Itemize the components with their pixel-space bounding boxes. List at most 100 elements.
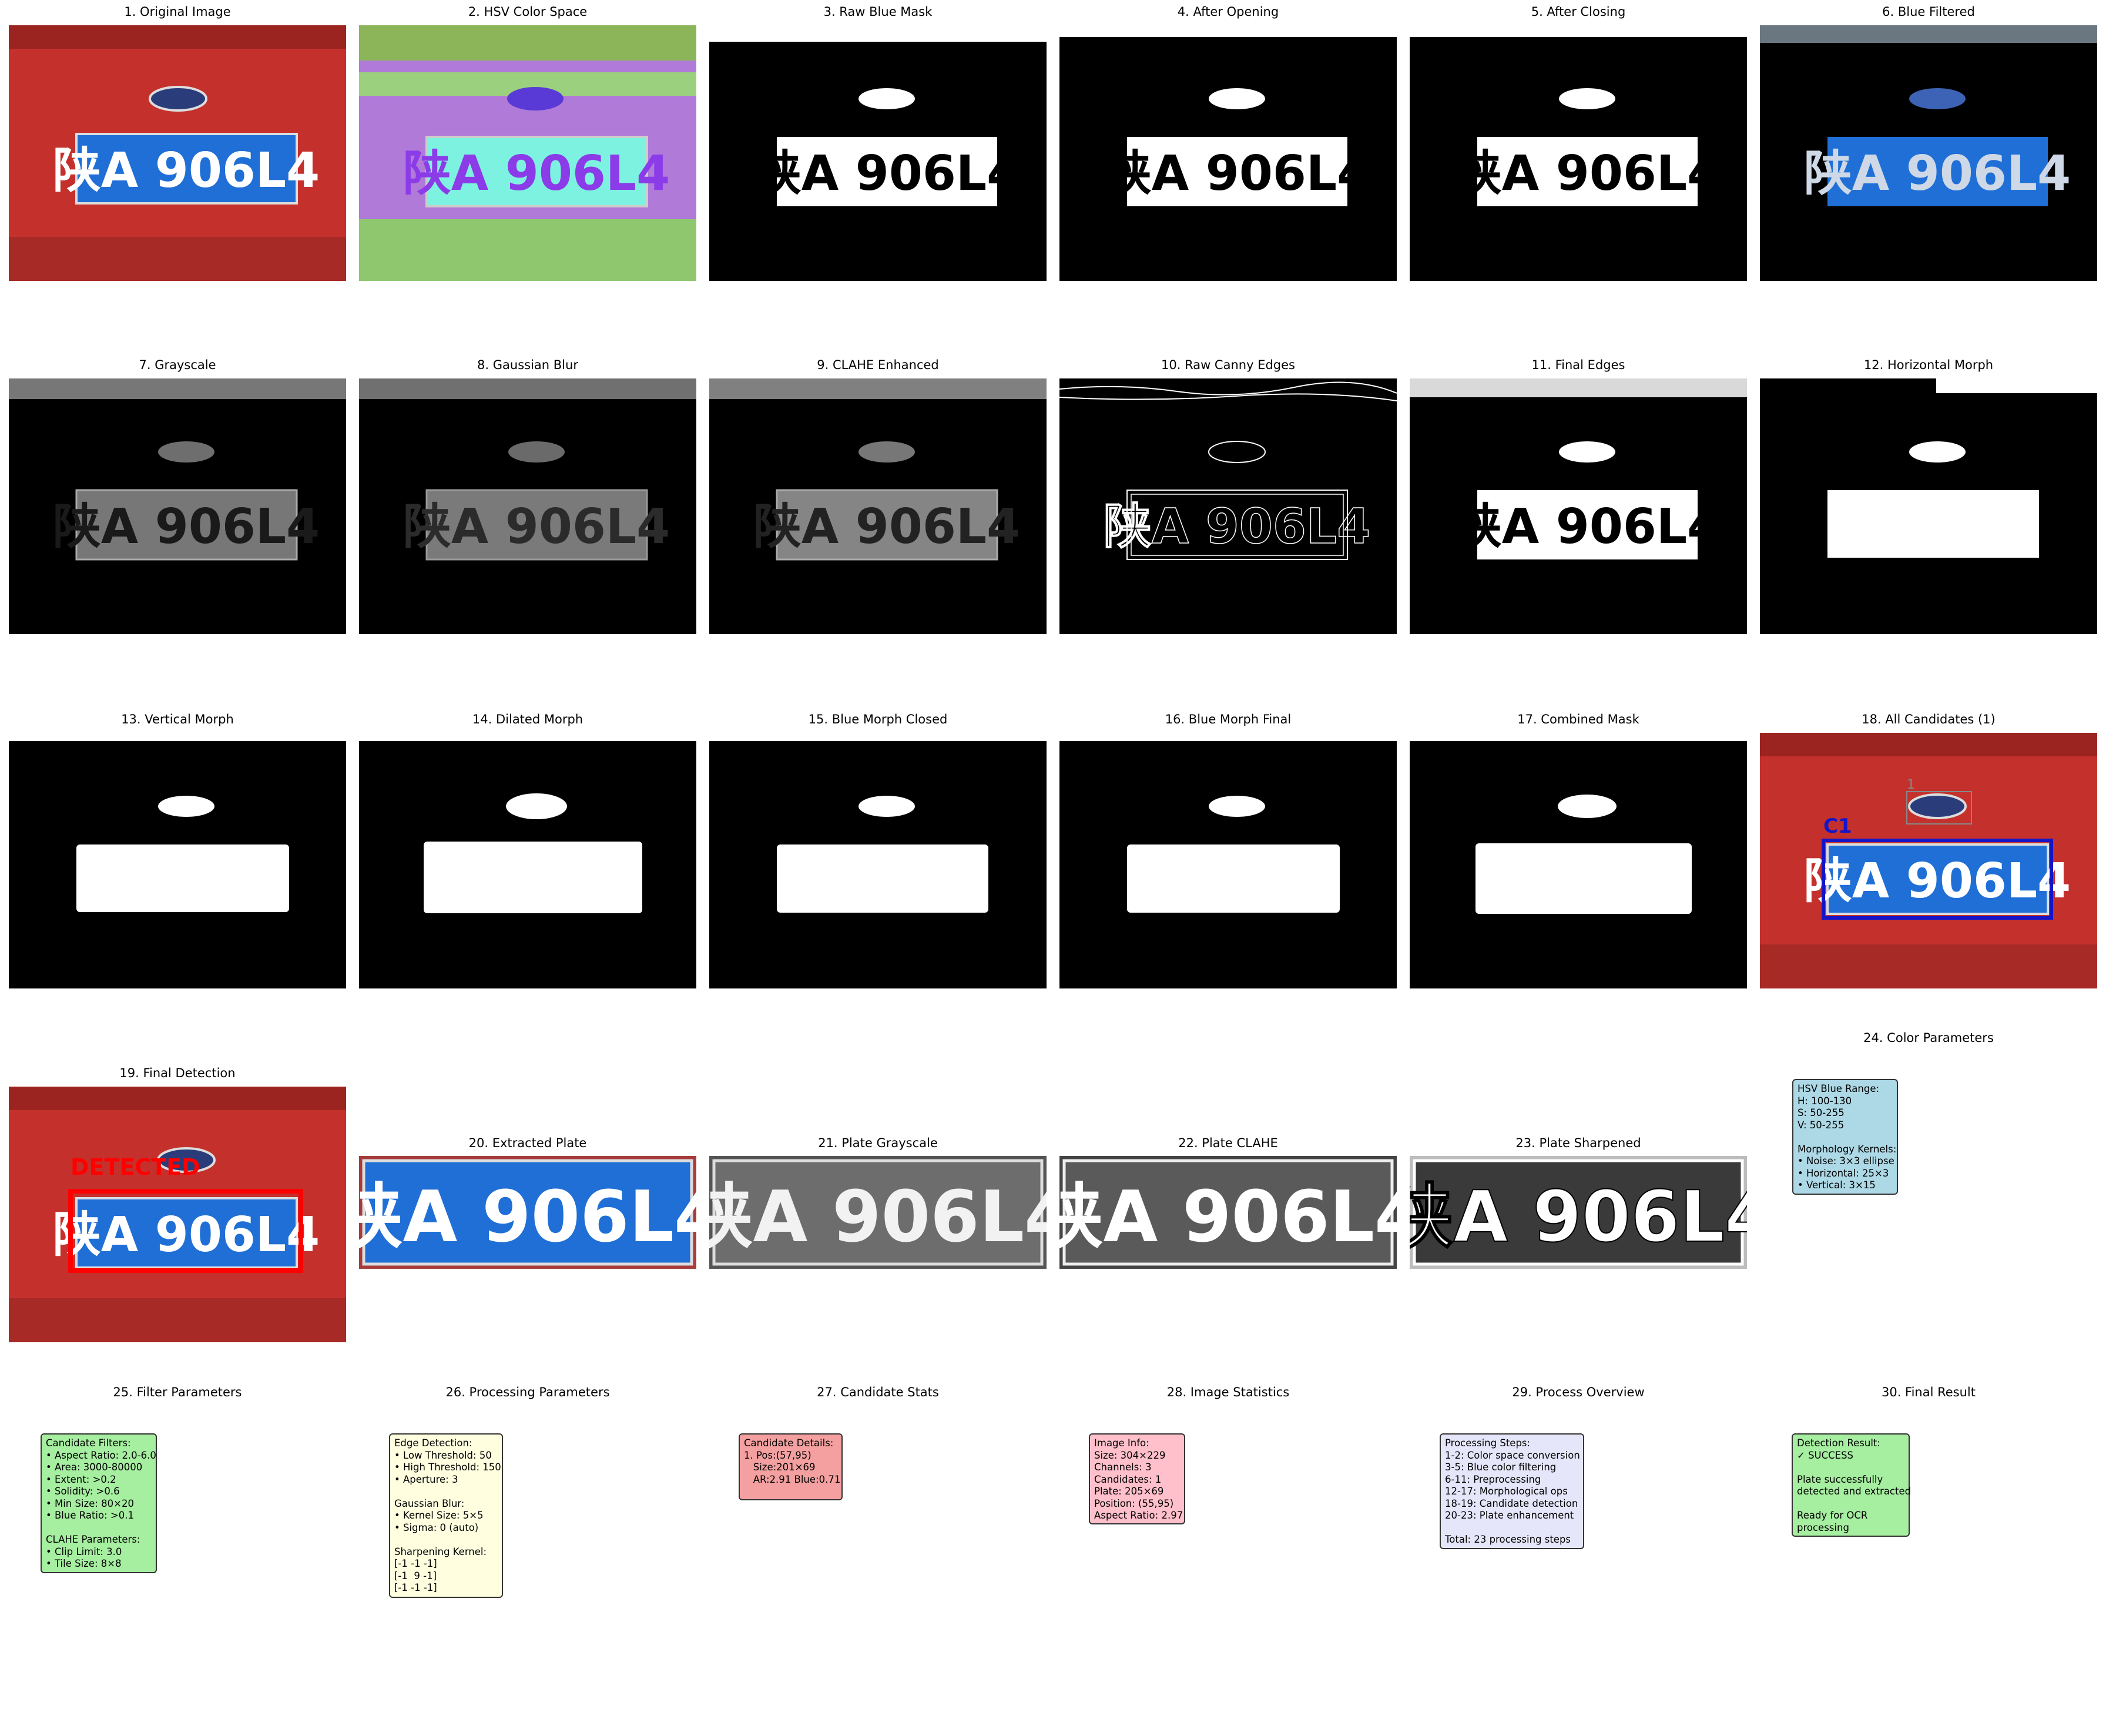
plate-text: 陕A 906L4 [1410, 1177, 1747, 1258]
plate-text: 陕A 906L4 [1454, 499, 1721, 555]
panel-title: 23. Plate Sharpened [1515, 1136, 1641, 1150]
panel-title: 19. Final Detection [119, 1066, 236, 1080]
mask-image: 陕A 906L4 [709, 25, 1047, 281]
mask-image: 陕A 906L4 [1059, 25, 1397, 281]
mask-image: 陕A 906L4 [1410, 25, 1747, 281]
panel-title: 29. Process Overview [1512, 1385, 1645, 1399]
panel-title: 15. Blue Morph Closed [808, 712, 948, 726]
car-image: 1 陕A 906L4 C1 [1760, 733, 2097, 988]
plate-text: 陕A 906L4 [403, 499, 670, 555]
panel-title: 26. Processing Parameters [445, 1385, 610, 1399]
panel-gaussian-blur: 8. Gaussian Blur 陕A 906L4 [359, 358, 696, 634]
panel-final-detection: 19. Final Detection 陕A 906L4 DETECTED [9, 1066, 346, 1342]
panel-clahe-enhanced: 9. CLAHE Enhanced 陕A 906L4 [709, 358, 1047, 634]
panel-title: 17. Combined Mask [1517, 712, 1639, 726]
panel-title: 24. Color Parameters [1863, 1031, 1994, 1045]
panel-title: 5. After Closing [1531, 5, 1626, 19]
plate-text: 陕A 906L4 [1804, 853, 2071, 909]
morph-image [1760, 378, 2097, 634]
panel-title: 30. Final Result [1881, 1385, 1976, 1399]
panel-plate-grayscale: 21. Plate Grayscale 陕A 906L4 [709, 1136, 1047, 1269]
panel-combined-mask: 17. Combined Mask [1410, 712, 1747, 988]
panel-title: 25. Filter Parameters [113, 1385, 242, 1399]
plate-image: 陕A 906L4 [359, 1156, 696, 1269]
plate-text: 陕A 906L4 [1804, 146, 2071, 202]
gray-image: 陕A 906L4 [9, 378, 346, 634]
gray-image: 陕A 906L4 [709, 378, 1047, 634]
detected-label: DETECTED [71, 1154, 200, 1180]
panel-all-candidates: 18. All Candidates (1) 1 陕A 906L4 C1 [1760, 712, 2097, 988]
panel-plate-clahe: 22. Plate CLAHE 陕A 906L4 [1059, 1136, 1397, 1269]
panel-final-result: 30. Final Result Detection Result: ✓ SUC… [1760, 1385, 2097, 1538]
panel-title: 1. Original Image [124, 5, 231, 19]
filter-params-box: Candidate Filters: • Aspect Ratio: 2.0-6… [41, 1433, 157, 1573]
filtered-image: 陕A 906L4 [1760, 25, 2097, 281]
plate-text: 陕A 906L4 [1454, 146, 1721, 202]
plate-image: 陕A 906L4 [1059, 1156, 1397, 1269]
plate-text: 陕A 906L4 [753, 146, 1020, 202]
panel-title: 12. Horizontal Morph [1863, 358, 1994, 372]
candidate-label: C1 [1823, 815, 1852, 838]
panel-title: 16. Blue Morph Final [1165, 712, 1292, 726]
panel-title: 9. CLAHE Enhanced [817, 358, 939, 372]
panel-processing-parameters: 26. Processing Parameters Edge Detection… [359, 1385, 696, 1603]
panel-title: 2. HSV Color Space [468, 5, 588, 19]
panel-dilated-morph: 14. Dilated Morph [359, 712, 696, 988]
morph-image [359, 733, 696, 988]
panel-blue-filtered: 6. Blue Filtered 陕A 906L4 [1760, 5, 2097, 281]
final-result-box: Detection Result: ✓ SUCCESS Plate succes… [1792, 1433, 1911, 1537]
hsv-image: 陕A 906L4 [359, 25, 696, 281]
car-image: 陕A 906L4 DETECTED [9, 1087, 346, 1342]
panel-title: 3. Raw Blue Mask [823, 5, 933, 19]
panel-after-opening: 4. After Opening 陕A 906L4 [1059, 5, 1397, 281]
panel-extracted-plate: 20. Extracted Plate 陕A 906L4 [359, 1136, 696, 1269]
plate-text: 陕A 906L4 [1104, 146, 1370, 202]
plate-text: 陕A 906L4 [53, 143, 320, 199]
candidate-index-label: 1 [1907, 777, 1915, 792]
panel-raw-blue-mask: 3. Raw Blue Mask 陕A 906L4 [709, 5, 1047, 281]
panel-blue-morph-closed: 15. Blue Morph Closed [709, 712, 1047, 988]
panel-raw-canny-edges: 10. Raw Canny Edges 陕A 906L4 [1059, 358, 1397, 634]
color-params-box: HSV Blue Range: H: 100-130 S: 50-255 V: … [1792, 1079, 1898, 1195]
plate-text: 陕A 906L4 [709, 1177, 1047, 1258]
panel-filter-parameters: 25. Filter Parameters Candidate Filters:… [9, 1385, 346, 1579]
plate-text: 陕A 906L4 [1059, 1177, 1397, 1258]
image-stats-box: Image Info: Size: 304×229 Channels: 3 Ca… [1089, 1433, 1185, 1524]
edge-image: 陕A 906L4 [1059, 378, 1397, 634]
panel-after-closing: 5. After Closing 陕A 906L4 [1410, 5, 1747, 281]
panel-vertical-morph: 13. Vertical Morph [9, 712, 346, 988]
panel-original-image: 1. Original Image 陕A 906L4 [9, 5, 346, 281]
panel-hsv: 2. HSV Color Space 陕A 906L4 [359, 5, 696, 281]
morph-image [1410, 733, 1747, 988]
morph-image [9, 733, 346, 988]
panel-candidate-stats: 27. Candidate Stats Candidate Details: 1… [709, 1385, 1047, 1503]
plate-image: 陕A 906L4 [709, 1156, 1047, 1269]
plate-text: 陕A 906L4 [403, 146, 670, 202]
panel-title: 13. Vertical Morph [121, 712, 234, 726]
panel-color-parameters: 24. Color Parameters HSV Blue Range: H: … [1760, 1031, 2097, 1207]
gray-image: 陕A 906L4 [359, 378, 696, 634]
plate-text: 陕A 906L4 [53, 499, 320, 555]
plate-image: 陕A 906L4 [1410, 1156, 1747, 1269]
panel-title: 28. Image Statistics [1166, 1385, 1290, 1399]
panel-plate-sharpened: 23. Plate Sharpened 陕A 906L4 [1410, 1136, 1747, 1269]
plate-text: 陕A 906L4 [53, 1207, 320, 1263]
panel-process-overview: 29. Process Overview Processing Steps: 1… [1410, 1385, 1747, 1550]
processing-params-box: Edge Detection: • Low Threshold: 50 • Hi… [389, 1433, 503, 1598]
panel-horizontal-morph: 12. Horizontal Morph [1760, 358, 2097, 634]
panel-title: 10. Raw Canny Edges [1161, 358, 1295, 372]
panel-title: 4. After Opening [1177, 5, 1279, 19]
panel-title: 18. All Candidates (1) [1862, 712, 1996, 726]
panel-title: 6. Blue Filtered [1882, 5, 1975, 19]
panel-title: 22. Plate CLAHE [1178, 1136, 1278, 1150]
morph-image [709, 733, 1047, 988]
panel-title: 20. Extracted Plate [468, 1136, 587, 1150]
panel-title: 7. Grayscale [139, 358, 216, 372]
panel-grayscale: 7. Grayscale 陕A 906L4 [9, 358, 346, 634]
car-image: 陕A 906L4 [9, 25, 346, 281]
panel-title: 14. Dilated Morph [472, 712, 583, 726]
panel-image-statistics: 28. Image Statistics Image Info: Size: 3… [1059, 1385, 1397, 1526]
panel-blue-morph-final: 16. Blue Morph Final [1059, 712, 1397, 988]
panel-title: 27. Candidate Stats [817, 1385, 939, 1399]
plate-text: 陕A 906L4 [753, 499, 1020, 555]
